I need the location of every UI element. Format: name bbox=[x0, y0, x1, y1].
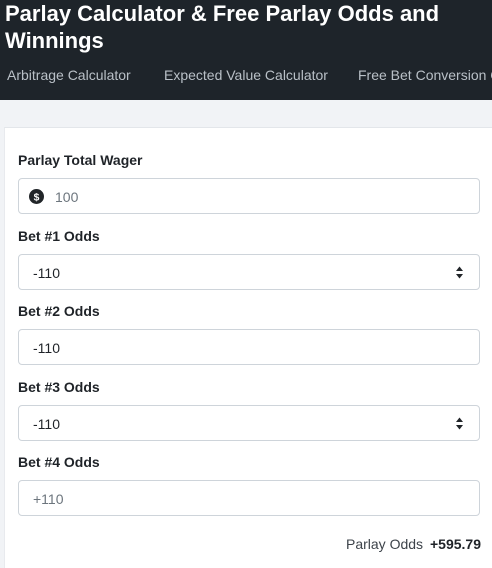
bet-1-odds-value: -110 bbox=[33, 265, 60, 281]
bet-4-odds-label: Bet #4 Odds bbox=[18, 454, 100, 470]
nav-link-arbitrage-calculator[interactable]: Arbitrage Calculator bbox=[7, 66, 131, 84]
svg-text:$: $ bbox=[34, 192, 40, 203]
bet-4-odds-placeholder: +110 bbox=[33, 491, 64, 507]
parlay-odds-value: +595.79 bbox=[430, 536, 481, 552]
bet-2-odds-input[interactable]: -110 bbox=[18, 329, 480, 365]
dollar-circle-icon: $ bbox=[29, 189, 44, 204]
bet-3-odds-value: -110 bbox=[33, 416, 60, 432]
wager-input-placeholder: 100 bbox=[55, 189, 79, 205]
bet-2-odds-label: Bet #2 Odds bbox=[18, 303, 100, 319]
bet-1-odds-input[interactable]: -110 bbox=[18, 254, 480, 290]
page-title: Parlay Calculator & Free Parlay Odds and… bbox=[5, 1, 440, 53]
calculator-nav: Arbitrage Calculator Expected Value Calc… bbox=[0, 66, 492, 84]
bet-4-odds-input[interactable]: +110 bbox=[18, 480, 480, 516]
nav-link-expected-value-calculator[interactable]: Expected Value Calculator bbox=[164, 66, 328, 84]
bet-3-odds-label: Bet #3 Odds bbox=[18, 379, 100, 395]
nav-link-free-bet-conversion-calculator[interactable]: Free Bet Conversion C bbox=[358, 66, 492, 84]
bet-3-odds-input[interactable]: -110 bbox=[18, 405, 480, 441]
bet-2-odds-value: -110 bbox=[33, 340, 60, 356]
wager-label: Parlay Total Wager bbox=[18, 152, 143, 168]
parlay-odds-label: Parlay Odds bbox=[346, 536, 424, 552]
wager-input[interactable]: $ 100 bbox=[18, 178, 480, 214]
site-header: Parlay Calculator & Free Parlay Odds and… bbox=[0, 0, 492, 100]
number-stepper-icon[interactable] bbox=[455, 265, 464, 280]
bet-1-odds-label: Bet #1 Odds bbox=[18, 228, 100, 244]
number-stepper-icon[interactable] bbox=[455, 416, 464, 431]
